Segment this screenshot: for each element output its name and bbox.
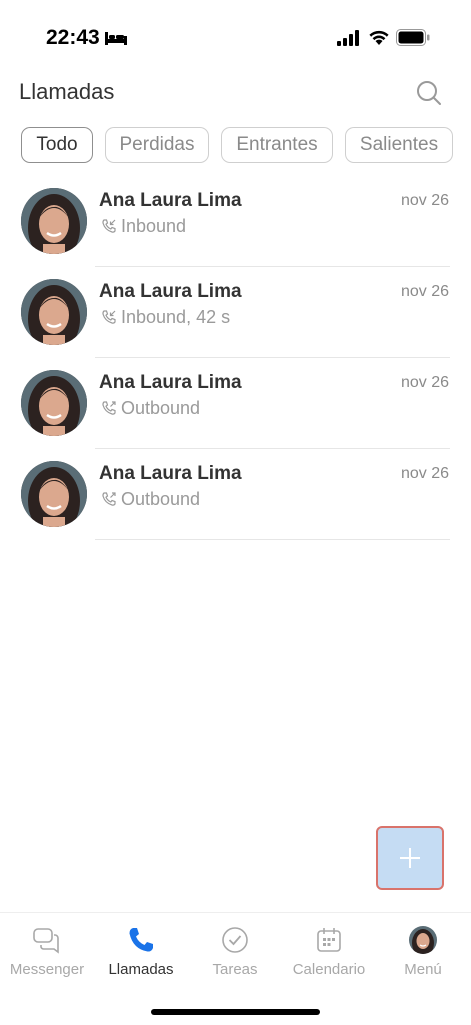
bed-icon [105,32,127,45]
plus-icon [400,848,420,868]
home-indicator [151,1009,320,1015]
outgoing-call-icon [102,401,116,415]
call-row[interactable]: Ana Laura Lima nov 26 Inbound, 42 s [0,267,471,358]
call-row[interactable]: Ana Laura Lima nov 26 Outbound [0,358,471,449]
calendar-icon [317,928,341,952]
filter-chip-salientes[interactable]: Salientes [345,127,453,163]
tab-llamadas[interactable]: Llamadas [94,925,188,978]
row-divider [95,539,450,540]
call-date: nov 26 [400,465,449,482]
tab-label: Menú [404,961,442,978]
call-row[interactable]: Ana Laura Lima nov 26 Inbound [0,176,471,267]
call-date: nov 26 [400,374,449,391]
call-date: nov 26 [400,283,449,300]
call-detail: Inbound [101,216,186,237]
contact-avatar [21,461,87,527]
filter-chip-todo[interactable]: Todo [21,127,93,163]
wifi-icon [369,30,389,45]
call-detail: Outbound [101,489,200,510]
contact-avatar [21,370,87,436]
filter-chip-entrantes[interactable]: Entrantes [221,127,333,163]
status-bar: 22:43 [0,0,471,70]
contact-avatar [21,279,87,345]
contact-name: Ana Laura Lima [99,281,242,302]
new-call-button[interactable] [376,826,444,890]
incoming-call-icon [102,310,116,324]
contact-name: Ana Laura Lima [99,372,242,393]
call-detail-text: Outbound [121,398,201,418]
call-detail-text: Inbound, 42 s [121,307,231,327]
chat-bubbles-icon [33,928,59,954]
filter-chip-perdidas[interactable]: Perdidas [105,127,209,163]
tab-label: Calendario [292,961,366,978]
contact-avatar [21,188,87,254]
contact-name: Ana Laura Lima [99,463,242,484]
tab-label: Tareas [212,961,258,978]
tab-label: Messenger [9,961,85,978]
phone-icon [129,928,153,952]
tab-tareas[interactable]: Tareas [188,925,282,978]
signal-icon [337,30,359,46]
tab-menu[interactable]: Menú [376,925,470,978]
search-button[interactable] [413,77,445,109]
tab-messenger[interactable]: Messenger [0,925,94,978]
page-title: Llamadas [19,79,115,104]
call-detail: Inbound, 42 s [101,307,230,328]
search-icon [417,81,441,105]
tab-label: Llamadas [108,961,174,978]
call-detail-text: Outbound [121,489,201,509]
call-date: nov 26 [400,192,449,209]
call-detail-text: Inbound [121,216,187,236]
tab-calendario[interactable]: Calendario [282,925,376,978]
status-time: 22:43 [46,26,100,49]
battery-icon [396,29,430,46]
incoming-call-icon [102,219,116,233]
call-row[interactable]: Ana Laura Lima nov 26 Outbound [0,449,471,540]
contact-name: Ana Laura Lima [99,190,242,211]
check-circle-icon [222,927,248,953]
outgoing-call-icon [102,492,116,506]
avatar-icon [409,926,437,954]
call-detail: Outbound [101,398,200,419]
